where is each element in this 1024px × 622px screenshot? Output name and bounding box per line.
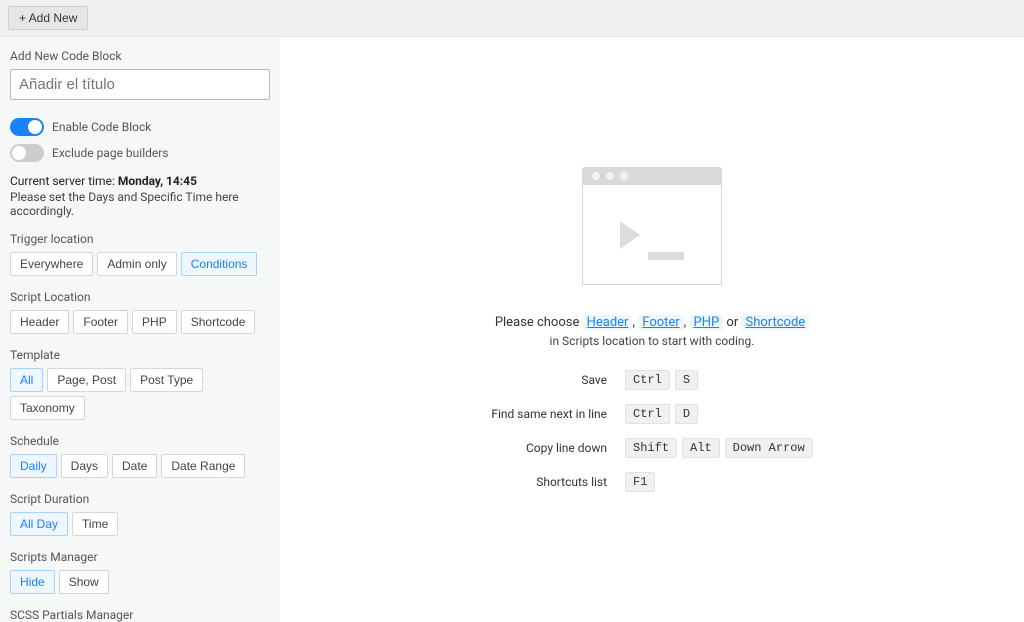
trigger-location-label: Trigger location xyxy=(10,232,270,246)
add-new-button[interactable]: + Add New xyxy=(8,6,88,30)
pill-date[interactable]: Date xyxy=(112,454,157,478)
shortcut-keys: CtrlS xyxy=(625,370,813,390)
schedule-label: Schedule xyxy=(10,434,270,448)
link-header[interactable]: Header xyxy=(583,315,633,330)
pill-footer[interactable]: Footer xyxy=(73,310,128,334)
pill-shortcode[interactable]: Shortcode xyxy=(181,310,256,334)
shortcut-keys: F1 xyxy=(625,472,813,492)
scripts-manager-label: Scripts Manager xyxy=(10,550,270,564)
shortcut-label: Shortcuts list xyxy=(491,475,607,489)
pill-taxonomy[interactable]: Taxonomy xyxy=(10,396,85,420)
shortcut-keys: ShiftAltDown Arrow xyxy=(625,438,813,458)
pill-post-type[interactable]: Post Type xyxy=(130,368,203,392)
pill-header[interactable]: Header xyxy=(10,310,69,334)
pill-days[interactable]: Days xyxy=(61,454,108,478)
key: Ctrl xyxy=(625,404,670,424)
key: F1 xyxy=(625,472,655,492)
key: Alt xyxy=(682,438,720,458)
main-panel: Please choose Header, Footer, PHP or Sho… xyxy=(280,37,1024,622)
sidebar: Add New Code Block Enable Code Block Exc… xyxy=(0,37,280,622)
script-location-label: Script Location xyxy=(10,290,270,304)
pill-show[interactable]: Show xyxy=(59,570,109,594)
help-subtext: in Scripts location to start with coding… xyxy=(550,334,755,348)
key: D xyxy=(675,404,698,424)
scripts-manager-group: HideShow xyxy=(10,570,270,594)
key: S xyxy=(675,370,698,390)
pill-everywhere[interactable]: Everywhere xyxy=(10,252,93,276)
pill-date-range[interactable]: Date Range xyxy=(161,454,245,478)
pill-admin-only[interactable]: Admin only xyxy=(97,252,176,276)
add-new-code-block-label: Add New Code Block xyxy=(10,49,270,63)
key: Ctrl xyxy=(625,370,670,390)
link-footer[interactable]: Footer xyxy=(638,315,683,330)
pill-time[interactable]: Time xyxy=(72,512,118,536)
shortcut-label: Copy line down xyxy=(491,441,607,455)
exclude-page-builders-toggle[interactable] xyxy=(10,144,44,162)
scss-partials-manager-label: SCSS Partials Manager xyxy=(10,608,270,622)
pill-hide[interactable]: Hide xyxy=(10,570,55,594)
enable-code-block-toggle[interactable] xyxy=(10,118,44,136)
pill-page-post[interactable]: Page, Post xyxy=(47,368,126,392)
pill-all-day[interactable]: All Day xyxy=(10,512,68,536)
server-time: Current server time: Monday, 14:45 xyxy=(10,174,270,188)
exclude-page-builders-label: Exclude page builders xyxy=(52,146,169,160)
schedule-group: DailyDaysDateDate Range xyxy=(10,454,270,478)
shortcut-label: Find same next in line xyxy=(491,407,607,421)
topbar: + Add New xyxy=(0,0,1024,37)
pill-conditions[interactable]: Conditions xyxy=(181,252,258,276)
title-input[interactable] xyxy=(10,69,270,100)
shortcut-keys: CtrlD xyxy=(625,404,813,424)
key: Down Arrow xyxy=(725,438,813,458)
script-duration-group: All DayTime xyxy=(10,512,270,536)
trigger-location-group: EverywhereAdmin onlyConditions xyxy=(10,252,270,276)
key: Shift xyxy=(625,438,677,458)
set-days-note: Please set the Days and Specific Time he… xyxy=(10,190,270,218)
shortcut-label: Save xyxy=(491,373,607,387)
shortcuts-list: Save CtrlS Find same next in line CtrlD Copy… xyxy=(491,370,812,492)
template-group: AllPage, PostPost Type Taxonomy xyxy=(10,368,270,420)
terminal-window-icon xyxy=(582,167,722,287)
link-shortcode[interactable]: Shortcode xyxy=(741,315,809,330)
help-text: Please choose Header, Footer, PHP or Sho… xyxy=(495,315,809,330)
template-label: Template xyxy=(10,348,270,362)
script-location-group: HeaderFooterPHPShortcode xyxy=(10,310,270,334)
script-duration-label: Script Duration xyxy=(10,492,270,506)
pill-daily[interactable]: Daily xyxy=(10,454,57,478)
enable-code-block-label: Enable Code Block xyxy=(52,120,151,134)
pill-all[interactable]: All xyxy=(10,368,43,392)
pill-php[interactable]: PHP xyxy=(132,310,177,334)
link-php[interactable]: PHP xyxy=(690,315,724,330)
